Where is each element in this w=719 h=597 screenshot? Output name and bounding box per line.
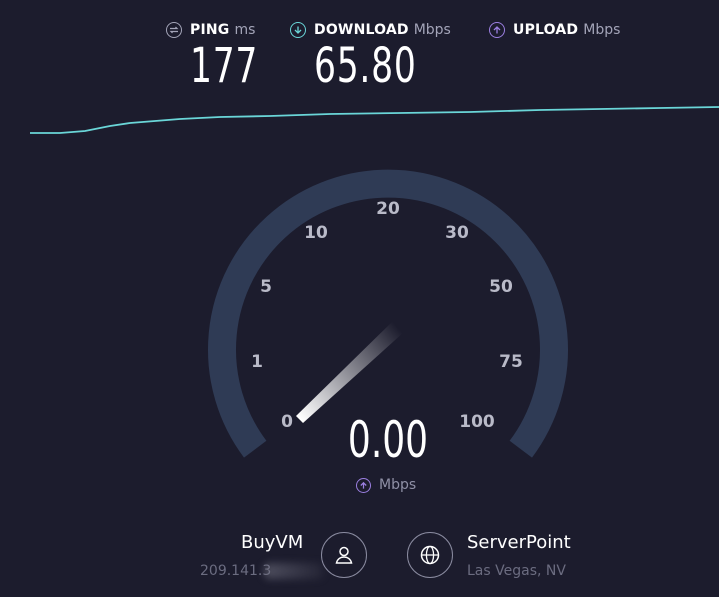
gauge-label-1: 1 [251,352,263,372]
gauge-label-30: 30 [445,223,469,243]
user-icon [335,546,353,564]
upload-arrow-icon [356,477,371,493]
gauge-label-5: 5 [260,277,272,297]
provider-name: BuyVM [241,532,304,553]
speed-gauge [208,169,568,458]
current-speed-value: 0.00 [347,411,429,469]
gauge-label-50: 50 [489,277,513,297]
gauge-label-100: 100 [459,412,495,432]
ip-redaction [264,563,324,579]
server-button[interactable] [407,532,453,578]
gauge-label-20: 20 [376,199,400,219]
server-name[interactable]: ServerPoint [467,532,571,553]
provider-button[interactable] [321,532,367,578]
gauge-label-10: 10 [304,223,328,243]
globe-icon [420,545,440,565]
gauge-needle [296,322,404,423]
gauge-label-0: 0 [281,412,293,432]
current-speed-unit: Mbps [379,477,417,493]
current-speed-unit-row: Mbps [356,477,416,493]
server-location: Las Vegas, NV [467,563,566,579]
gauge-label-75: 75 [499,352,523,372]
gauge-track [208,169,568,458]
provider-ip: 209.141.3 [200,563,272,579]
